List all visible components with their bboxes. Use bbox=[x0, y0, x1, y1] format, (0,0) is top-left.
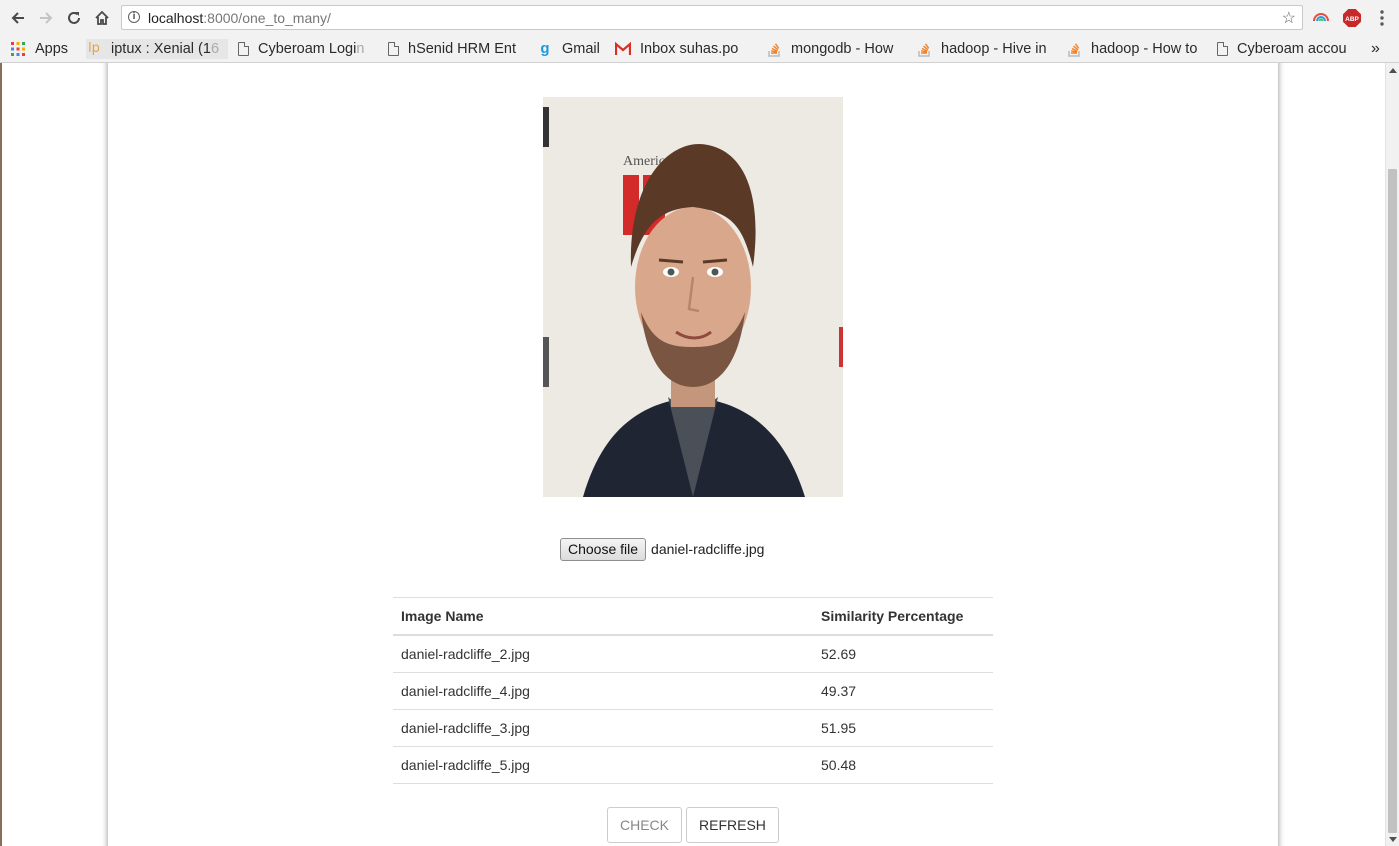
bookmark-gmail-g[interactable]: g Gmail bbox=[537, 39, 600, 59]
bookmark-apps[interactable]: Apps bbox=[10, 39, 68, 59]
uploaded-photo: America Americ bbox=[543, 97, 843, 497]
bookmark-iptux[interactable]: lp iptux : Xenial (1 6 bbox=[86, 39, 228, 59]
image-name-cell: daniel-radcliffe_3.jpg bbox=[393, 709, 813, 747]
address-bar[interactable]: i localhost:8000/one_to_many/ ☆ bbox=[121, 5, 1303, 30]
bookmarks-bar: Apps lp iptux : Xenial (1 6 Cyberoam Logi… bbox=[0, 36, 1399, 63]
bookmark-hsenid[interactable]: hSenid HRM Ent bbox=[388, 39, 524, 59]
vertical-scrollbar[interactable] bbox=[1385, 63, 1399, 846]
adblock-plus-icon[interactable]: ABP bbox=[1343, 9, 1361, 32]
scrollbar-thumb[interactable] bbox=[1388, 169, 1397, 833]
apps-grid-icon bbox=[10, 41, 26, 57]
g-icon: g bbox=[540, 40, 550, 57]
image-name-cell: daniel-radcliffe_4.jpg bbox=[393, 672, 813, 710]
scroll-down-arrow-icon[interactable] bbox=[1389, 837, 1397, 842]
back-arrow-icon[interactable] bbox=[7, 7, 29, 29]
gmail-icon bbox=[615, 41, 632, 57]
check-button[interactable]: CHECK bbox=[607, 807, 683, 843]
browser-toolbar: i localhost:8000/one_to_many/ ☆ ABP bbox=[0, 0, 1399, 36]
bookmark-inbox[interactable]: Inbox suhas.po bbox=[615, 39, 751, 59]
info-icon[interactable]: i bbox=[128, 11, 140, 23]
bookmark-label: Gmail bbox=[562, 41, 600, 57]
bookmark-label: hSenid HRM Ent bbox=[408, 41, 516, 57]
selected-file-name: daniel-radcliffe.jpg bbox=[651, 541, 765, 557]
home-icon[interactable] bbox=[91, 7, 113, 29]
bookmark-cyberoam-login[interactable]: Cyberoam Logi n bbox=[238, 39, 374, 59]
bookmark-star-icon[interactable]: ☆ bbox=[1282, 8, 1296, 28]
url-text: localhost:8000/one_to_many/ bbox=[148, 10, 331, 26]
table-row: daniel-radcliffe_4.jpg 49.37 bbox=[393, 672, 993, 710]
column-header-similarity: Similarity Percentage bbox=[813, 597, 993, 636]
bookmark-mongodb[interactable]: mongodb - How bbox=[766, 39, 902, 59]
refresh-button[interactable]: REFRESH bbox=[686, 807, 779, 843]
page-icon bbox=[238, 42, 249, 56]
bookmark-label: hadoop - How to bbox=[1091, 41, 1198, 57]
bookmarks-overflow-label: » bbox=[1371, 40, 1380, 57]
content-card: America Americ bbox=[108, 63, 1278, 846]
bookmark-label: Cyberoam Logi bbox=[258, 41, 357, 57]
table-row: daniel-radcliffe_5.jpg 50.48 bbox=[393, 746, 993, 784]
similarity-cell: 49.37 bbox=[813, 672, 993, 710]
table-row: daniel-radcliffe_2.jpg 52.69 bbox=[393, 635, 993, 673]
file-input: Choose file daniel-radcliffe.jpg bbox=[560, 537, 765, 561]
image-name-cell: daniel-radcliffe_2.jpg bbox=[393, 635, 813, 673]
column-header-image-name: Image Name bbox=[393, 597, 813, 636]
stackoverflow-icon bbox=[766, 41, 782, 57]
bookmarks-overflow-icon[interactable]: » bbox=[1371, 39, 1380, 59]
bookmark-cyberoam-account[interactable]: Cyberoam accou bbox=[1217, 39, 1357, 59]
page-viewport: America Americ bbox=[0, 63, 1385, 846]
rainbow-extension-icon[interactable] bbox=[1312, 9, 1330, 30]
page-icon bbox=[1217, 42, 1228, 56]
bookmark-label-fade: n bbox=[356, 41, 365, 57]
page-icon bbox=[388, 42, 399, 56]
bookmark-label: mongodb - How bbox=[791, 41, 894, 57]
forward-arrow-icon[interactable] bbox=[35, 7, 57, 29]
stackoverflow-icon bbox=[1066, 41, 1082, 57]
bookmark-hadoop-hive[interactable]: hadoop - Hive in bbox=[916, 39, 1052, 59]
left-edge-divider bbox=[0, 63, 2, 846]
svg-text:ABP: ABP bbox=[1345, 16, 1359, 23]
reload-icon[interactable] bbox=[63, 7, 85, 29]
choose-file-button[interactable]: Choose file bbox=[560, 537, 647, 561]
bookmark-label-fade: 6 bbox=[210, 41, 220, 57]
table-header-row: Image Name Similarity Percentage bbox=[393, 597, 993, 636]
bookmark-label: iptux : Xenial (1 bbox=[111, 41, 211, 57]
bookmark-label: Cyberoam accou bbox=[1237, 41, 1347, 57]
similarity-results-table: Image Name Similarity Percentage daniel-… bbox=[393, 597, 993, 784]
similarity-cell: 51.95 bbox=[813, 709, 993, 747]
bookmark-label: hadoop - Hive in bbox=[941, 41, 1047, 57]
action-buttons: CHECK REFRESH bbox=[607, 807, 779, 843]
kebab-menu-icon[interactable] bbox=[1379, 10, 1385, 31]
similarity-cell: 52.69 bbox=[813, 635, 993, 673]
lp-icon: lp bbox=[88, 41, 100, 56]
image-name-cell: daniel-radcliffe_5.jpg bbox=[393, 746, 813, 784]
scroll-up-arrow-icon[interactable] bbox=[1389, 68, 1397, 73]
table-row: daniel-radcliffe_3.jpg 51.95 bbox=[393, 709, 993, 747]
bookmark-label: Apps bbox=[35, 41, 69, 57]
bookmark-label: Inbox suhas.po bbox=[640, 41, 739, 57]
similarity-cell: 50.48 bbox=[813, 746, 993, 784]
stackoverflow-icon bbox=[916, 41, 932, 57]
bookmark-hadoop-how[interactable]: hadoop - How to bbox=[1066, 39, 1202, 59]
